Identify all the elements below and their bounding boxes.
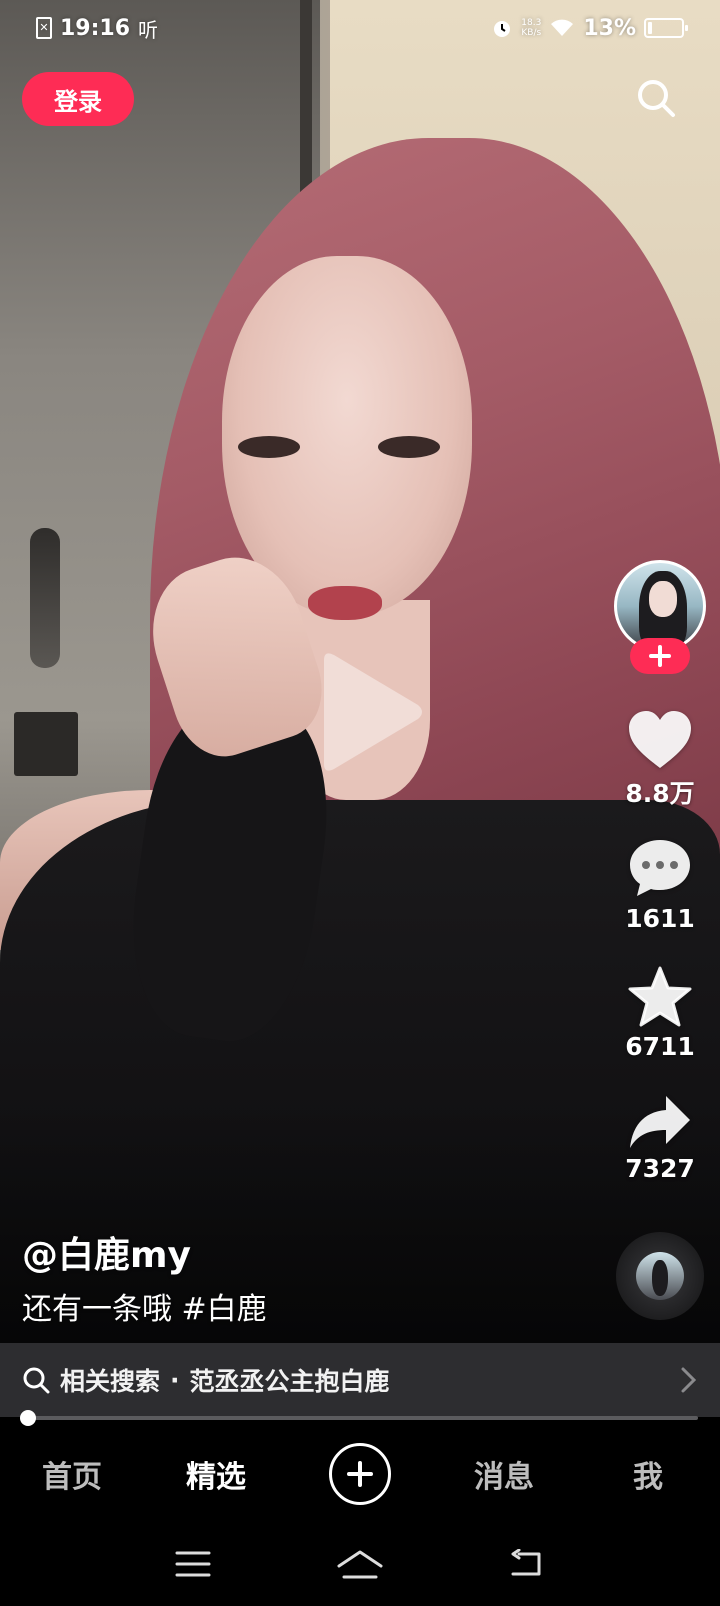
comment-button[interactable]: 1611: [606, 838, 714, 933]
follow-button[interactable]: [630, 638, 690, 674]
tab-featured[interactable]: 精选: [144, 1452, 288, 1496]
share-button[interactable]: 7327: [606, 1094, 714, 1183]
music-cover: [636, 1252, 684, 1300]
listen-indicator: 听: [138, 17, 159, 42]
home-icon: [337, 1550, 383, 1579]
status-time: 19:16: [60, 15, 131, 41]
tab-messages[interactable]: 消息: [432, 1452, 576, 1496]
tab-me[interactable]: 我: [576, 1452, 720, 1496]
like-count: 8.8万: [625, 779, 695, 808]
alarm-icon: [494, 21, 511, 37]
video-subject-lips: [308, 586, 382, 620]
related-search-label: 相关搜索: [60, 1367, 161, 1396]
like-button[interactable]: 8.8万: [606, 710, 714, 810]
plus-icon: [649, 645, 671, 667]
author-name[interactable]: @白鹿my: [22, 1226, 191, 1278]
door-handle: [30, 528, 60, 668]
nav-back-button[interactable]: [497, 1534, 557, 1594]
nav-home-button[interactable]: [330, 1534, 390, 1594]
video-progress-bar[interactable]: [28, 1416, 698, 1420]
status-right: 18.3 KB/s 13%: [491, 15, 688, 41]
heart-icon: [629, 711, 691, 768]
music-disc[interactable]: [616, 1232, 704, 1320]
login-button[interactable]: 登录: [22, 72, 134, 126]
comment-icon: [630, 840, 690, 896]
star-icon: [628, 966, 692, 1027]
system-navigation-bar: [0, 1522, 720, 1606]
avatar-face: [649, 581, 677, 617]
comment-count: 1611: [625, 904, 695, 933]
switch-panel: [14, 712, 78, 776]
battery-percent: 13%: [583, 15, 636, 41]
network-speed: 18.3 KB/s: [521, 18, 541, 38]
status-left: ✕ 19:16 听: [36, 14, 158, 43]
network-speed-value: 18.3: [521, 18, 542, 28]
play-icon[interactable]: [316, 650, 426, 774]
tab-create[interactable]: [288, 1443, 432, 1505]
plus-icon: [347, 1461, 373, 1487]
menu-icon: [175, 1551, 211, 1577]
nav-menu-button[interactable]: [163, 1534, 223, 1594]
favorite-button[interactable]: 6711: [606, 966, 714, 1061]
battery-icon: [644, 18, 688, 38]
search-icon: [23, 1367, 50, 1394]
video-subject-eye: [378, 436, 440, 458]
related-search-bar[interactable]: 相关搜索 · 范丞丞公主抱白鹿: [0, 1343, 720, 1417]
search-icon: [638, 80, 675, 117]
search-button[interactable]: [632, 74, 680, 122]
network-speed-unit: KB/s: [521, 28, 542, 38]
back-icon: [511, 1549, 541, 1576]
video-subject-eye: [238, 436, 300, 458]
video-progress-handle[interactable]: [20, 1410, 36, 1426]
favorite-count: 6711: [625, 1032, 695, 1061]
chevron-right-icon: [681, 1367, 697, 1393]
related-search-separator: ·: [170, 1365, 180, 1395]
share-count: 7327: [625, 1154, 695, 1183]
tab-home[interactable]: 首页: [0, 1452, 144, 1496]
video-caption: 还有一条哦 #白鹿: [22, 1284, 267, 1328]
caption-hashtag[interactable]: #白鹿: [182, 1292, 267, 1327]
sim-card-icon: ✕: [36, 17, 52, 39]
status-bar: ✕ 19:16 听 18.3 KB/s 13%: [0, 0, 720, 56]
create-button[interactable]: [329, 1443, 391, 1505]
bottom-tab-bar: 首页 精选 消息 我: [0, 1426, 720, 1522]
share-arrow-icon: [630, 1096, 690, 1148]
related-search-query: 范丞丞公主抱白鹿: [189, 1367, 390, 1396]
caption-text: 还有一条哦: [22, 1292, 172, 1327]
wifi-icon: [551, 19, 574, 36]
battery-level: [648, 22, 652, 34]
